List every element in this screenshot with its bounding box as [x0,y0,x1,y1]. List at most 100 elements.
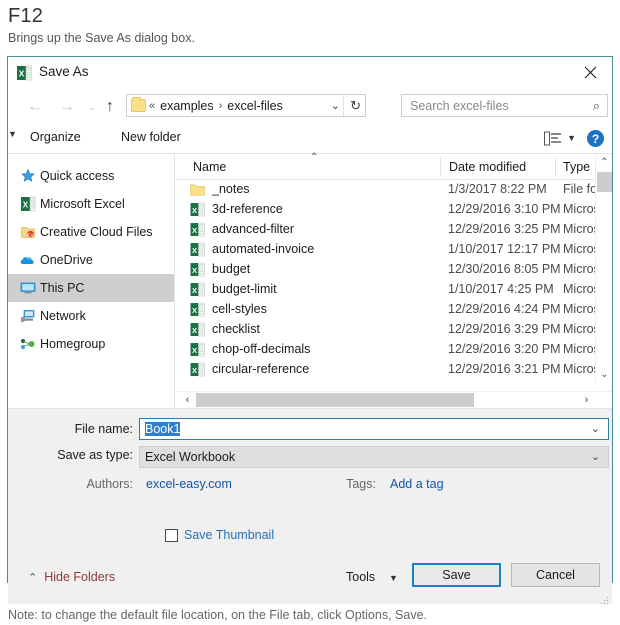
scroll-up-icon[interactable]: ⌃ [596,154,613,171]
file-date: 1/10/2017 4:25 PM [448,282,554,296]
dialog-toolbar: Organize ▼ New folder ▼ ? [8,124,612,154]
save-as-dialog: X Save As ← → ⌄ ↑ « examples › excel-fil… [7,56,613,605]
sidebar-item-label: Microsoft Excel [40,197,125,211]
excel-file-icon: X [190,342,205,358]
page-title: F12 [8,5,44,27]
sidebar-item-label: Homegroup [40,337,106,351]
page-subtitle: Brings up the Save As dialog box. [8,31,195,45]
save-button[interactable]: Save [412,563,501,587]
table-row[interactable]: X budget-limit 1/10/2017 4:25 PM Micros [176,280,612,300]
tags-label: Tags: [346,477,376,491]
add-a-tag-link[interactable]: Add a tag [390,477,444,491]
scroll-right-icon[interactable]: › [578,392,595,408]
table-row[interactable]: X 3d-reference 12/29/2016 3:10 PM Micros [176,200,612,220]
close-button[interactable] [568,57,612,88]
excel-file-icon: X [190,202,205,218]
file-date: 12/29/2016 4:24 PM [448,302,561,316]
sidebar-item-this-pc[interactable]: This PC [8,274,174,302]
horizontal-scrollbar[interactable]: ‹ › [176,391,612,408]
authors-value[interactable]: excel-easy.com [146,477,232,491]
sidebar-item-quick-access[interactable]: Quick access [8,162,174,190]
back-icon[interactable]: ← [25,97,45,117]
checkbox-icon[interactable] [165,528,178,542]
horizontal-scrollbar-thumb[interactable] [196,393,474,407]
file-name: advanced-filter [212,222,294,236]
file-date: 12/29/2016 3:20 PM [448,342,561,356]
table-row[interactable]: X cell-styles 12/29/2016 4:24 PM Micros [176,300,612,320]
scroll-left-icon[interactable]: ‹ [179,392,196,408]
view-options-icon[interactable] [544,131,562,147]
sidebar-item-label: This PC [40,281,85,295]
navigation-pane: Quick access X Microsoft Excel Cc Creati… [8,154,175,408]
chevron-down-icon[interactable]: ▼ [8,129,17,139]
recent-locations-icon[interactable]: ⌄ [82,97,102,117]
refresh-icon[interactable]: ↻ [350,98,361,114]
cancel-button[interactable]: Cancel [511,563,600,587]
resize-grip-icon[interactable] [599,592,609,605]
table-row[interactable]: _notes 1/3/2017 8:22 PM File fol [176,180,612,200]
sidebar-item-onedrive[interactable]: OneDrive [8,246,174,274]
up-icon[interactable]: ↑ [100,97,120,117]
excel-file-icon: X [190,362,205,378]
column-header-date-modified[interactable]: Date modified [449,160,526,174]
vertical-scrollbar[interactable]: ⌃ ⌄ [595,154,612,383]
hide-folders-label: Hide Folders [44,570,116,584]
chevron-down-icon[interactable]: ⌄ [591,450,600,463]
vertical-scrollbar-thumb[interactable] [597,172,612,192]
breadcrumb-examples[interactable]: examples [158,99,216,113]
table-row[interactable]: X advanced-filter 12/29/2016 3:25 PM Mic… [176,220,612,240]
help-button[interactable]: ? [587,130,604,147]
file-list-pane: ⌃ Name Date modified Type _notes 1/3/201… [176,152,612,408]
table-row[interactable]: X budget 12/30/2016 8:05 PM Micros [176,260,612,280]
hide-folders-button[interactable]: ⌃ Hide Folders [28,570,115,584]
file-name: budget-limit [212,282,277,296]
table-row[interactable]: X checklist 12/29/2016 3:29 PM Micros [176,320,612,340]
file-name: budget [212,262,251,276]
column-header-type[interactable]: Type [563,160,590,174]
file-name: checklist [212,322,260,336]
table-row[interactable]: X automated-invoice 1/10/2017 12:17 PM M… [176,240,612,260]
page-note: Note: to change the default file locatio… [8,608,427,622]
address-bar-row: ← → ⌄ ↑ « examples › excel-files ⌄ ↻ Sea… [8,89,612,124]
chevron-down-icon[interactable]: ⌄ [591,422,600,435]
scroll-down-icon[interactable]: ⌄ [596,366,613,383]
column-divider[interactable] [440,157,441,176]
column-header-name[interactable]: Name [193,160,226,174]
svg-text:X: X [192,326,197,335]
sidebar-item-homegroup[interactable]: Homegroup [8,330,174,358]
chevron-down-icon[interactable]: ▼ [389,573,398,583]
excel-file-icon: X [190,262,205,278]
chevron-down-icon[interactable]: ⌄ [331,99,340,112]
file-list[interactable]: _notes 1/3/2017 8:22 PM File fol X 3d-re… [176,180,612,383]
sidebar-item-label: Network [40,309,86,323]
save-form-area: File name: Book1 ⌄ Save as type: Excel W… [8,408,612,518]
excel-file-icon: X [190,242,205,258]
onedrive-icon [20,252,36,268]
breadcrumb-excel-files[interactable]: excel-files [225,99,285,113]
svg-text:X: X [19,69,25,79]
forward-icon[interactable]: → [57,97,77,117]
network-icon [20,308,36,324]
sidebar-item-creative-cloud-files[interactable]: Cc Creative Cloud Files [8,218,174,246]
file-name-input[interactable]: Book1 ⌄ [139,418,609,440]
sidebar-item-microsoft-excel[interactable]: X Microsoft Excel [8,190,174,218]
file-name: _notes [212,182,250,196]
tools-button[interactable]: Tools [346,570,375,584]
table-row[interactable]: X circular-reference 12/29/2016 3:21 PM … [176,360,612,380]
column-divider[interactable] [555,157,556,176]
search-input[interactable]: Search excel-files ⌕ [401,94,608,117]
address-breadcrumb-box[interactable]: « examples › excel-files ⌄ ↻ [126,94,366,117]
chevron-down-icon[interactable]: ▼ [567,133,576,143]
homegroup-icon [20,336,36,352]
table-row[interactable]: X chop-off-decimals 12/29/2016 3:20 PM M… [176,340,612,360]
dialog-titlebar: X Save As [8,57,612,89]
svg-text:X: X [192,346,197,355]
save-as-type-select[interactable]: Excel Workbook ⌄ [139,446,609,468]
new-folder-button[interactable]: New folder [121,130,181,144]
sidebar-item-label: Creative Cloud Files [40,225,153,239]
excel-file-icon: X [190,222,205,238]
sidebar-item-network[interactable]: Network [8,302,174,330]
organize-button[interactable]: Organize [30,130,81,144]
file-date: 1/3/2017 8:22 PM [448,182,547,196]
save-thumbnail-checkbox[interactable]: Save Thumbnail [165,528,274,542]
